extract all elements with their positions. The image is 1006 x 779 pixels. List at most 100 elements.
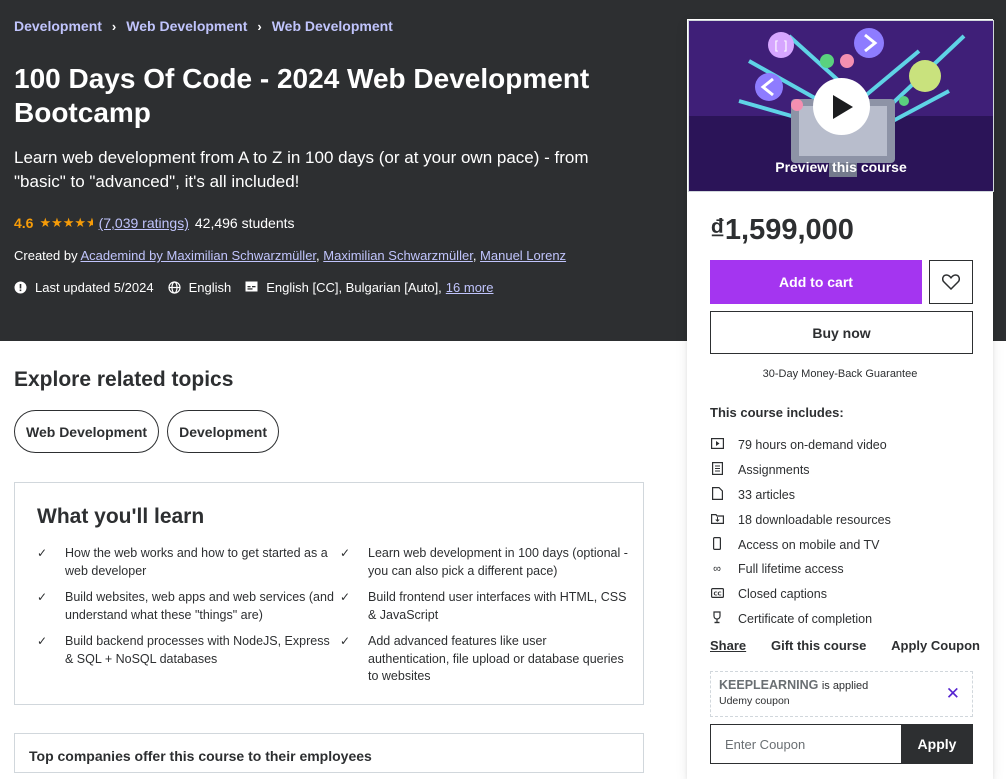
check-icon: ✓ <box>340 546 351 560</box>
course-preview[interactable]: [ ] Preview this course <box>688 20 994 192</box>
course-meta: Last updated 5/2024 English English [CC]… <box>14 280 494 295</box>
video-icon <box>710 438 724 452</box>
learn-item-text: How the web works and how to get started… <box>65 546 328 578</box>
learn-item: ✓ Build websites, web apps and web servic… <box>37 589 340 624</box>
breadcrumb-separator: › <box>111 18 117 34</box>
learn-item-text: Build frontend user interfaces with HTML… <box>368 590 627 622</box>
download-icon <box>710 513 724 527</box>
breadcrumb-development[interactable]: Development <box>14 18 102 34</box>
share-button[interactable]: Share <box>710 638 746 653</box>
svg-text:CC: CC <box>713 591 721 597</box>
topic-pill-web-development[interactable]: Web Development <box>14 410 160 453</box>
check-icon: ✓ <box>37 634 48 648</box>
author-link[interactable]: Manuel Lorenz <box>480 248 566 263</box>
applied-coupon: KEEPLEARNING is applied Udemy coupon ✕ <box>710 671 973 717</box>
learn-item: ✓ Learn web development in 100 days (opti… <box>340 545 630 580</box>
check-icon: ✓ <box>37 590 48 604</box>
globe-icon <box>167 281 181 294</box>
apply-coupon-link[interactable]: Apply Coupon <box>891 638 980 653</box>
created-by-label: Created by <box>14 248 78 263</box>
learn-item: ✓ Build frontend user interfaces with HTM… <box>340 589 630 624</box>
top-companies-title: Top companies offer this course to their… <box>29 748 372 764</box>
course-price: ₫1,599,000 <box>710 214 854 246</box>
add-to-cart-button[interactable]: Add to cart <box>710 260 922 304</box>
gift-course-button[interactable]: Gift this course <box>771 638 866 653</box>
include-label: 79 hours on-demand video <box>738 438 887 453</box>
buy-now-button[interactable]: Buy now <box>710 311 973 354</box>
purchase-sidebar: [ ] Preview this course ₫1,599,000 Add t… <box>687 19 994 779</box>
svg-text:[ ]: [ ] <box>774 39 787 53</box>
alert-badge-icon <box>14 281 27 294</box>
created-by: Created by Academind by Maximilian Schwa… <box>14 248 567 263</box>
author-link[interactable]: Maximilian Schwarzmüller <box>323 248 473 263</box>
breadcrumb: Development › Web Development › Web Deve… <box>14 18 393 34</box>
include-item: Certificate of completion <box>710 607 891 632</box>
play-icon[interactable] <box>813 78 870 135</box>
include-item: Access on mobile and TV <box>710 532 891 557</box>
include-label: Full lifetime access <box>738 562 844 577</box>
rating-value: 4.6 <box>14 215 34 231</box>
include-label: 33 articles <box>738 487 795 502</box>
students-count: 42,496 students <box>194 215 295 231</box>
include-item: ∞ Full lifetime access <box>710 557 891 582</box>
learn-list: ✓ How the web works and how to get starte… <box>37 545 628 686</box>
include-item: 33 articles <box>710 483 891 508</box>
heart-icon <box>942 274 960 290</box>
assignment-icon <box>710 462 724 478</box>
wishlist-heart-button[interactable] <box>929 260 973 304</box>
check-icon: ✓ <box>340 590 351 604</box>
learn-item: ✓ Build backend processes with NodeJS, Ex… <box>37 633 340 686</box>
learn-item-text: Build backend processes with NodeJS, Exp… <box>65 634 330 666</box>
include-item: 18 downloadable resources <box>710 507 891 532</box>
sidebar-actions: Share Gift this course Apply Coupon <box>710 638 980 653</box>
include-label: Certificate of completion <box>738 611 873 626</box>
coupon-code: KEEPLEARNING is applied <box>719 678 964 692</box>
check-icon: ✓ <box>340 634 351 648</box>
coupon-input[interactable] <box>710 724 902 764</box>
what-you-learn-box: What you'll learn ✓ How the web works and… <box>14 482 644 705</box>
coupon-subtext: Udemy coupon <box>719 695 790 707</box>
learn-item: ✓ Add advanced features like user authent… <box>340 633 630 686</box>
what-you-learn-title: What you'll learn <box>37 505 205 528</box>
article-icon <box>710 486 724 503</box>
check-icon: ✓ <box>37 546 48 560</box>
captions-icon: CC <box>710 587 724 601</box>
rating-row: 4.6 ★★★★★☆ (7,039 ratings) 42,496 studen… <box>14 215 295 231</box>
include-label: Assignments <box>738 463 810 478</box>
coupon-code-text: KEEPLEARNING <box>719 678 819 692</box>
infinity-icon: ∞ <box>713 563 721 576</box>
caption-languages: English [CC], Bulgarian [Auto], <box>266 280 442 295</box>
include-item: Assignments <box>710 458 891 483</box>
money-back-guarantee: 30-Day Money-Back Guarantee <box>762 368 918 380</box>
breadcrumb-web-development-topic[interactable]: Web Development <box>272 18 393 34</box>
include-label: Access on mobile and TV <box>738 537 880 552</box>
course-title: 100 Days Of Code - 2024 Web Development … <box>14 63 590 128</box>
learn-item-text: Learn web development in 100 days (optio… <box>368 546 628 578</box>
include-label: Closed captions <box>738 587 827 602</box>
course-language: English <box>188 280 232 295</box>
mobile-icon <box>710 536 724 553</box>
top-companies-box: Top companies offer this course to their… <box>14 733 644 773</box>
captions-icon <box>245 281 258 294</box>
last-updated: Last updated 5/2024 <box>35 280 154 295</box>
include-item: CC Closed captions <box>710 582 891 607</box>
includes-list: 79 hours on-demand video Assignments 33 … <box>710 433 891 631</box>
includes-title: This course includes: <box>710 405 844 420</box>
apply-coupon-button[interactable]: Apply <box>901 724 973 764</box>
trophy-icon <box>710 611 724 627</box>
learn-item: ✓ How the web works and how to get starte… <box>37 545 340 580</box>
include-item: 79 hours on-demand video <box>710 433 891 458</box>
author-link[interactable]: Academind by Maximilian Schwarzmüller <box>81 248 317 263</box>
learn-item-text: Build websites, web apps and web service… <box>65 590 334 622</box>
learn-item-text: Add advanced features like user authenti… <box>368 634 624 683</box>
topic-pill-development[interactable]: Development <box>167 410 280 453</box>
more-captions-link[interactable]: 16 more <box>446 280 494 295</box>
coupon-applied-text: is applied <box>821 680 869 692</box>
course-subtitle: Learn web development from A to Z in 100… <box>14 148 589 191</box>
related-topics: Web Development Development <box>14 410 280 453</box>
breadcrumb-web-development[interactable]: Web Development <box>126 18 247 34</box>
preview-label: Preview this course <box>775 159 907 175</box>
remove-coupon-close-icon[interactable]: ✕ <box>946 684 960 704</box>
star-rating-icon: ★★★★★☆ <box>39 215 93 230</box>
ratings-count-link[interactable]: (7,039 ratings) <box>99 215 189 231</box>
